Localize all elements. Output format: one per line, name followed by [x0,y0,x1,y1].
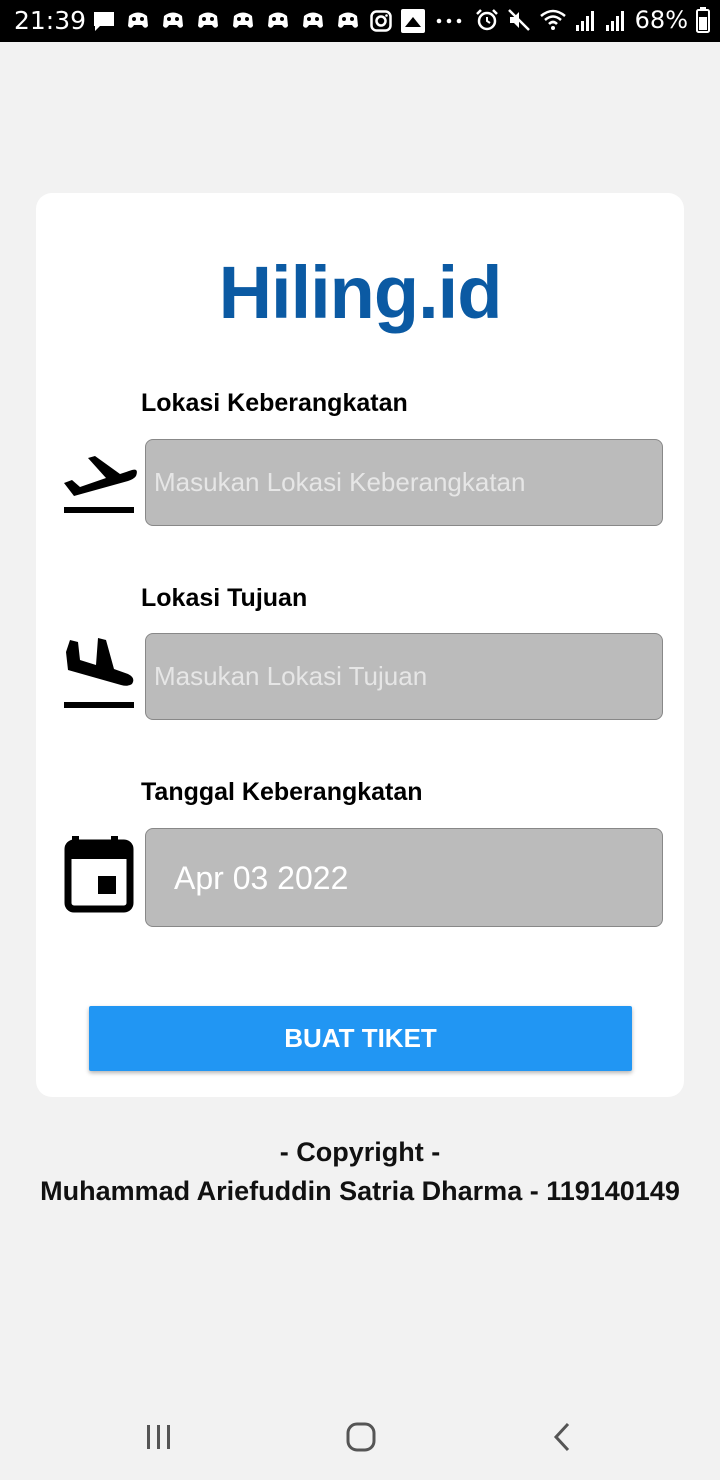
game-icon [128,12,148,28]
flight-land-icon [64,638,134,708]
date-label: Tanggal Keberangkatan [141,778,423,806]
status-bar: 21:39 68% [0,0,720,42]
game-icon [303,12,323,28]
copyright-text: - Copyright - [279,1137,441,1167]
more-icon [436,18,462,24]
signal-icon [605,11,624,31]
game-icon [163,12,183,28]
destination-input[interactable] [146,634,662,719]
flight-takeoff-icon [64,456,137,513]
instagram-icon [370,10,392,32]
status-icons: 68% [475,6,710,34]
departure-input[interactable] [146,440,662,525]
image-icon [401,9,425,33]
recent-apps-icon[interactable] [144,1420,174,1454]
game-icon [198,12,218,28]
create-ticket-button[interactable]: BUAT TIKET [89,1006,632,1071]
notification-icons [92,9,464,33]
signal-icon [575,11,594,31]
alarm-icon [475,9,498,31]
departure-label: Lokasi Keberangkatan [141,389,408,417]
author-text: Muhammad Ariefuddin Satria Dharma - 1191… [40,1176,680,1206]
back-icon[interactable] [548,1420,578,1454]
game-icon [268,12,288,28]
app-brand: Hiling.id [218,251,503,334]
status-time: 21:39 [14,6,87,35]
chat-icon [94,12,114,31]
battery-percent: 68% [634,6,688,34]
calendar-icon [64,836,134,913]
departure-field[interactable] [145,439,663,526]
destination-field[interactable] [145,633,663,720]
mute-icon [507,9,530,31]
date-picker[interactable]: Apr 03 2022 [145,828,663,927]
home-icon[interactable] [344,1420,378,1454]
navigation-bar [0,1400,720,1480]
wifi-icon [539,9,566,30]
game-icon [338,12,358,28]
destination-label: Lokasi Tujuan [141,584,308,612]
game-icon [233,12,253,28]
battery-icon [696,7,710,33]
